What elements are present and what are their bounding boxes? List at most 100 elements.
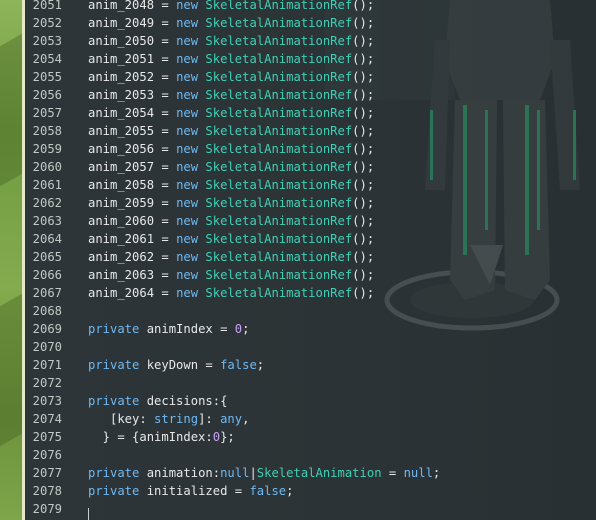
code-token: SkeletalAnimationRef <box>205 34 353 48</box>
code-token: new <box>176 34 199 48</box>
line-content: anim_2049 = new SkeletalAnimationRef(); <box>88 14 374 32</box>
code-token: new <box>176 286 199 300</box>
code-token: new <box>176 52 199 66</box>
code-token: private <box>88 466 140 480</box>
line-content: anim_2059 = new SkeletalAnimationRef(); <box>88 194 374 212</box>
line-number: 2075 <box>32 430 62 444</box>
code-line[interactable]: 2076 <box>25 446 596 464</box>
line-content: [key: string]: any, <box>88 410 249 428</box>
line-content: anim_2063 = new SkeletalAnimationRef(); <box>88 266 374 284</box>
code-line[interactable]: 2071 private keyDown = false; <box>25 356 596 374</box>
code-line[interactable]: 2063 anim_2060 = new SkeletalAnimationRef… <box>25 212 596 230</box>
line-content: private initialized = false; <box>88 482 293 500</box>
line-content: private animation:null|SkeletalAnimation… <box>88 464 440 482</box>
code-token: (); <box>352 16 375 30</box>
code-token: anim_2050 = <box>88 34 177 48</box>
code-line[interactable]: 2074 [key: string]: any, <box>25 410 596 428</box>
line-content: anim_2051 = new SkeletalAnimationRef(); <box>88 50 374 68</box>
line-number: 2073 <box>32 394 62 408</box>
line-content: private animIndex = 0; <box>88 320 249 338</box>
line-content: anim_2064 = new SkeletalAnimationRef(); <box>88 284 374 302</box>
code-token: ]: <box>198 412 221 426</box>
line-number: 2064 <box>32 232 62 246</box>
code-line[interactable]: 2056 anim_2053 = new SkeletalAnimationRef… <box>25 86 596 104</box>
code-token: anim_2057 = <box>88 160 177 174</box>
line-content: anim_2052 = new SkeletalAnimationRef(); <box>88 68 374 86</box>
code-token: anim_2062 = <box>88 250 177 264</box>
code-line[interactable]: 2077 private animation:null|SkeletalAnima… <box>25 464 596 482</box>
code-line[interactable]: 2075 } = {animIndex:0}; <box>25 428 596 446</box>
code-token: private <box>88 394 140 408</box>
code-token: private <box>88 322 140 336</box>
code-token: SkeletalAnimationRef <box>205 250 353 264</box>
code-token: null <box>403 466 433 480</box>
code-token: null <box>220 466 250 480</box>
code-line[interactable]: 2073 private decisions:{ <box>25 392 596 410</box>
line-content: anim_2058 = new SkeletalAnimationRef(); <box>88 176 374 194</box>
code-token: (); <box>352 160 375 174</box>
code-token: private <box>88 484 140 498</box>
code-token: false <box>220 358 257 372</box>
code-token: anim_2051 = <box>88 52 177 66</box>
code-line[interactable]: 2053 anim_2050 = new SkeletalAnimationRef… <box>25 32 596 50</box>
code-line[interactable]: 2054 anim_2051 = new SkeletalAnimationRef… <box>25 50 596 68</box>
code-token: SkeletalAnimationRef <box>205 232 353 246</box>
code-token: new <box>176 250 199 264</box>
code-line[interactable]: 2064 anim_2061 = new SkeletalAnimationRef… <box>25 230 596 248</box>
code-line[interactable]: 2065 anim_2062 = new SkeletalAnimationRef… <box>25 248 596 266</box>
line-number: 2072 <box>32 376 62 390</box>
code-line[interactable]: 2066 anim_2063 = new SkeletalAnimationRef… <box>25 266 596 284</box>
code-line[interactable]: 2061 anim_2058 = new SkeletalAnimationRef… <box>25 176 596 194</box>
code-token: anim_2048 = <box>88 0 177 12</box>
line-content: anim_2053 = new SkeletalAnimationRef(); <box>88 86 374 104</box>
code-line[interactable]: 2060 anim_2057 = new SkeletalAnimationRef… <box>25 158 596 176</box>
code-line[interactable]: 2059 anim_2056 = new SkeletalAnimationRef… <box>25 140 596 158</box>
code-line[interactable]: 2055 anim_2052 = new SkeletalAnimationRef… <box>25 68 596 86</box>
code-token: new <box>176 142 199 156</box>
line-content: anim_2061 = new SkeletalAnimationRef(); <box>88 230 374 248</box>
code-line[interactable]: 2072 <box>25 374 596 392</box>
line-content: anim_2055 = new SkeletalAnimationRef(); <box>88 122 374 140</box>
code-token: SkeletalAnimationRef <box>205 268 353 282</box>
left-panel-edge <box>0 0 22 520</box>
code-token: (); <box>352 106 375 120</box>
line-number: 2052 <box>32 16 62 30</box>
code-line[interactable]: 2058 anim_2055 = new SkeletalAnimationRef… <box>25 122 596 140</box>
line-number: 2070 <box>32 340 62 354</box>
code-token: ; <box>286 484 294 498</box>
code-line[interactable]: 2069 private animIndex = 0; <box>25 320 596 338</box>
line-number: 2071 <box>32 358 62 372</box>
line-number: 2077 <box>32 466 62 480</box>
code-token: SkeletalAnimationRef <box>205 0 353 12</box>
code-token: anim_2053 = <box>88 88 177 102</box>
code-line[interactable]: 2070 <box>25 338 596 356</box>
code-token: SkeletalAnimationRef <box>205 214 353 228</box>
code-line[interactable]: 2068 <box>25 302 596 320</box>
code-line[interactable]: 2079 <box>25 500 596 518</box>
code-token: anim_2058 = <box>88 178 177 192</box>
line-number: 2068 <box>32 304 62 318</box>
code-line[interactable]: 2052 anim_2049 = new SkeletalAnimationRef… <box>25 14 596 32</box>
line-number: 2058 <box>32 124 62 138</box>
line-content: anim_2050 = new SkeletalAnimationRef(); <box>88 32 374 50</box>
code-token: SkeletalAnimationRef <box>205 286 353 300</box>
code-token: anim_2061 = <box>88 232 177 246</box>
code-token: new <box>176 160 199 174</box>
code-line[interactable]: 2067 anim_2064 = new SkeletalAnimationRef… <box>25 284 596 302</box>
line-number: 2056 <box>32 88 62 102</box>
line-number: 2054 <box>32 52 62 66</box>
code-line[interactable]: 2057 anim_2054 = new SkeletalAnimationRef… <box>25 104 596 122</box>
code-line[interactable]: 2078 private initialized = false; <box>25 482 596 500</box>
code-token: new <box>176 214 199 228</box>
line-number: 2063 <box>32 214 62 228</box>
code-line[interactable]: 2062 anim_2059 = new SkeletalAnimationRef… <box>25 194 596 212</box>
code-line[interactable]: 2051 anim_2048 = new SkeletalAnimationRef… <box>25 0 596 14</box>
code-token: new <box>176 16 199 30</box>
code-token: = <box>381 466 404 480</box>
line-number: 2065 <box>32 250 62 264</box>
line-number: 2061 <box>32 178 62 192</box>
code-token: (); <box>352 286 375 300</box>
code-token: (); <box>352 268 375 282</box>
code-editor[interactable]: 2051 anim_2048 = new SkeletalAnimationRef… <box>25 0 596 520</box>
code-token: animIndex = <box>139 322 235 336</box>
